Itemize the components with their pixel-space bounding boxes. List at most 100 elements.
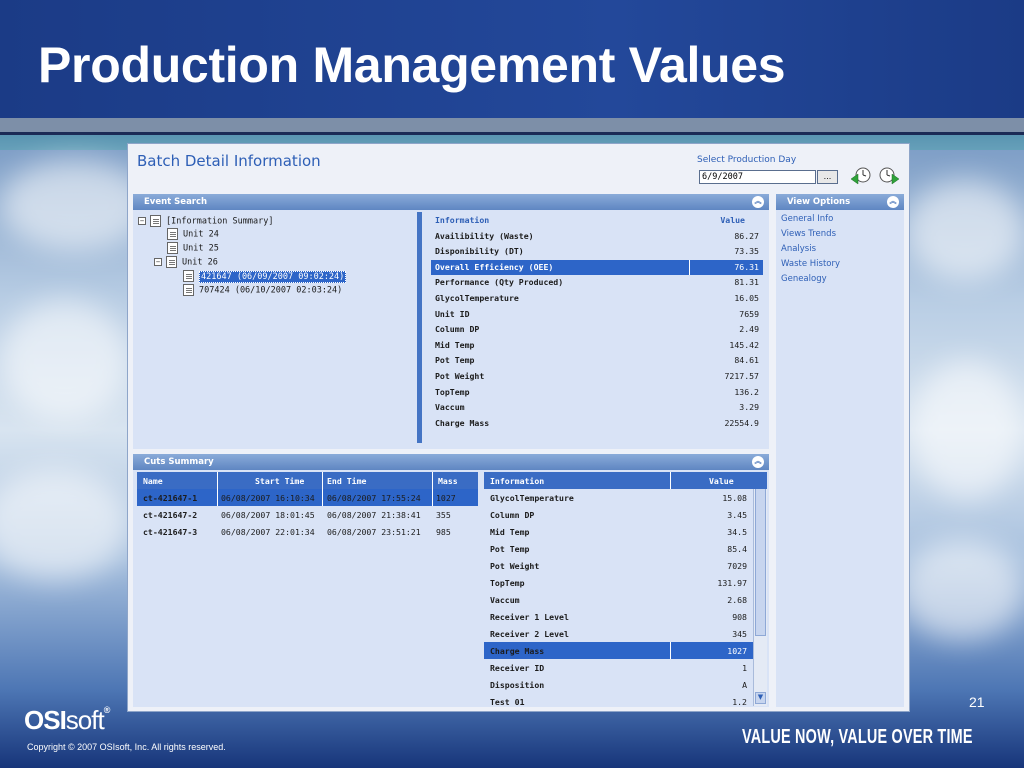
info-row[interactable]: Disponibility (DT) 73.35 <box>431 244 763 260</box>
column-separator <box>322 489 323 506</box>
cut-info-row[interactable]: Column DP 3.45 <box>484 506 753 523</box>
column-separator <box>217 489 218 506</box>
tree-unit[interactable]: Unit 25 <box>167 242 219 256</box>
col-start-time[interactable]: Start Time <box>255 476 304 486</box>
tree-unit[interactable]: Unit 24 <box>167 228 219 242</box>
tree-root[interactable]: − [Information Summary] <box>138 215 273 229</box>
column-separator <box>432 472 433 489</box>
back-clock-icon[interactable] <box>850 164 872 186</box>
scroll-thumb[interactable] <box>755 489 766 636</box>
col-mass[interactable]: Mass <box>438 476 458 486</box>
document-icon <box>183 270 194 282</box>
document-icon <box>166 256 177 268</box>
view-options-links: General Info Views Trends Analysis Waste… <box>781 214 840 289</box>
info-row[interactable]: Vaccum 3.29 <box>431 400 763 416</box>
cut-info-row[interactable]: GlycolTemperature 15.08 <box>484 489 753 506</box>
event-search-title: Event Search <box>144 197 208 207</box>
column-separator <box>432 489 433 506</box>
cut-info-row[interactable]: Receiver 1 Level 908 <box>484 608 753 625</box>
collapse-icon[interactable]: ︽ <box>752 456 764 468</box>
cut-info-row[interactable]: Vaccum 2.68 <box>484 591 753 608</box>
info-row[interactable]: Pot Weight 7217.57 <box>431 369 763 385</box>
cloud-decoration <box>900 540 1024 640</box>
cut-row-selected[interactable]: ct-421647-1 06/08/2007 16:10:34 06/08/2007… <box>137 489 478 506</box>
cloud-decoration <box>905 180 1024 280</box>
col-name[interactable]: Name <box>143 476 163 486</box>
cut-row[interactable]: ct-421647-2 06/08/2007 18:01:45 06/08/2007… <box>137 506 478 523</box>
cut-info-row-selected[interactable]: Charge Mass 1027 <box>484 642 753 659</box>
info-row[interactable]: TopTemp 136.2 <box>431 385 763 401</box>
document-icon <box>167 242 178 254</box>
cut-info-scrollbar[interactable]: ▲ ▼ <box>753 489 767 706</box>
production-day-input[interactable]: 6/9/2007 <box>699 170 816 184</box>
info-row-selected[interactable]: Overall Efficiency (OEE) 76.31 <box>431 259 763 276</box>
link-genealogy[interactable]: Genealogy <box>781 274 840 289</box>
view-options-header: View Options ︽ <box>776 194 904 210</box>
collapse-toggle-icon[interactable]: − <box>154 258 162 266</box>
cut-info-row[interactable]: TopTemp 131.97 <box>484 574 753 591</box>
slide-title: Production Management Values <box>38 37 786 93</box>
collapse-icon[interactable]: ︽ <box>887 196 899 208</box>
batch-detail-window: Batch Detail Information Select Producti… <box>127 143 910 712</box>
cuts-summary-title: Cuts Summary <box>144 457 214 467</box>
info-row[interactable]: Charge Mass 22554.9 <box>431 416 763 432</box>
link-waste-history[interactable]: Waste History <box>781 259 840 274</box>
forward-clock-icon[interactable] <box>878 164 900 186</box>
collapse-toggle-icon[interactable]: − <box>138 217 146 225</box>
copyright: Copyright © 2007 OSIsoft, Inc. All right… <box>27 742 226 752</box>
link-general-info[interactable]: General Info <box>781 214 840 229</box>
cut-info-viewport: GlycolTemperature 15.08 Column DP 3.45 Mid T… <box>484 489 767 706</box>
link-views-trends[interactable]: Views Trends <box>781 229 840 244</box>
column-separator <box>217 472 218 489</box>
cuts-summary-body: Name Start Time End Time Mass ct-421647-… <box>133 470 769 707</box>
col-information[interactable]: Information <box>490 476 544 486</box>
info-row[interactable]: Pot Temp 84.61 <box>431 353 763 369</box>
column-separator <box>689 259 690 276</box>
col-value[interactable]: Value <box>709 476 734 486</box>
info-row[interactable]: Availibility (Waste) 86.27 <box>431 229 763 245</box>
info-row[interactable]: Mid Temp 145.42 <box>431 338 763 354</box>
summary-icon <box>150 215 161 227</box>
collapse-icon[interactable]: ︽ <box>752 196 764 208</box>
cuts-summary-header: Cuts Summary ︽ <box>133 454 769 470</box>
link-analysis[interactable]: Analysis <box>781 244 840 259</box>
cut-info-header: Information Value <box>484 472 767 489</box>
column-separator <box>670 472 671 489</box>
divider-stripe <box>0 118 1024 132</box>
info-row[interactable]: Unit ID 7659 <box>431 307 763 323</box>
cut-info-row[interactable]: Mid Temp 34.5 <box>484 523 753 540</box>
osisoft-logo: OSIsoft® <box>24 705 110 735</box>
view-options-title: View Options <box>787 197 851 207</box>
cut-info-row[interactable]: Test 01 1.2 <box>484 693 753 706</box>
cut-info-row[interactable]: Receiver ID 1 <box>484 659 753 676</box>
tagline: VALUE NOW, VALUE OVER TIME <box>742 726 973 748</box>
splitter[interactable] <box>417 212 422 443</box>
cut-info-row[interactable]: Disposition A <box>484 676 753 693</box>
cut-info-row[interactable]: Pot Weight 7029 <box>484 557 753 574</box>
date-picker-button[interactable]: ... <box>817 170 838 184</box>
cloud-decoration <box>910 360 1024 500</box>
tree-batch[interactable]: 707424 (06/10/2007 02:03:24) <box>183 284 342 298</box>
tree-unit[interactable]: − Unit 26 <box>154 256 218 270</box>
tree-batch-selected[interactable]: 421647 (06/09/2007 09:02:24) <box>183 270 347 284</box>
info-grid-header: Information Value <box>435 215 745 225</box>
column-separator <box>322 472 323 489</box>
cut-row[interactable]: ct-421647-3 06/08/2007 22:01:34 06/08/2007… <box>137 523 478 540</box>
app-title: Batch Detail Information <box>137 152 321 170</box>
view-options-body: General Info Views Trends Analysis Waste… <box>776 210 904 707</box>
info-row[interactable]: Performance (Qty Produced) 81.31 <box>431 275 763 291</box>
cuts-table-header: Name Start Time End Time Mass <box>137 472 478 489</box>
scroll-down-icon[interactable]: ▼ <box>755 692 766 704</box>
info-row[interactable]: GlycolTemperature 16.05 <box>431 291 763 307</box>
col-end-time[interactable]: End Time <box>327 476 366 486</box>
cut-info-row[interactable]: Pot Temp 85.4 <box>484 540 753 557</box>
info-row[interactable]: Column DP 2.49 <box>431 322 763 338</box>
cloud-decoration <box>0 300 130 420</box>
document-icon <box>167 228 178 240</box>
event-search-body: − [Information Summary] Unit 24 Unit 25 −… <box>133 210 769 449</box>
document-icon <box>183 284 194 296</box>
cut-info-row[interactable]: Receiver 2 Level 345 <box>484 625 753 642</box>
production-day-label: Select Production Day <box>697 155 797 165</box>
cloud-decoration <box>0 470 130 580</box>
event-search-header: Event Search ︽ <box>133 194 769 210</box>
